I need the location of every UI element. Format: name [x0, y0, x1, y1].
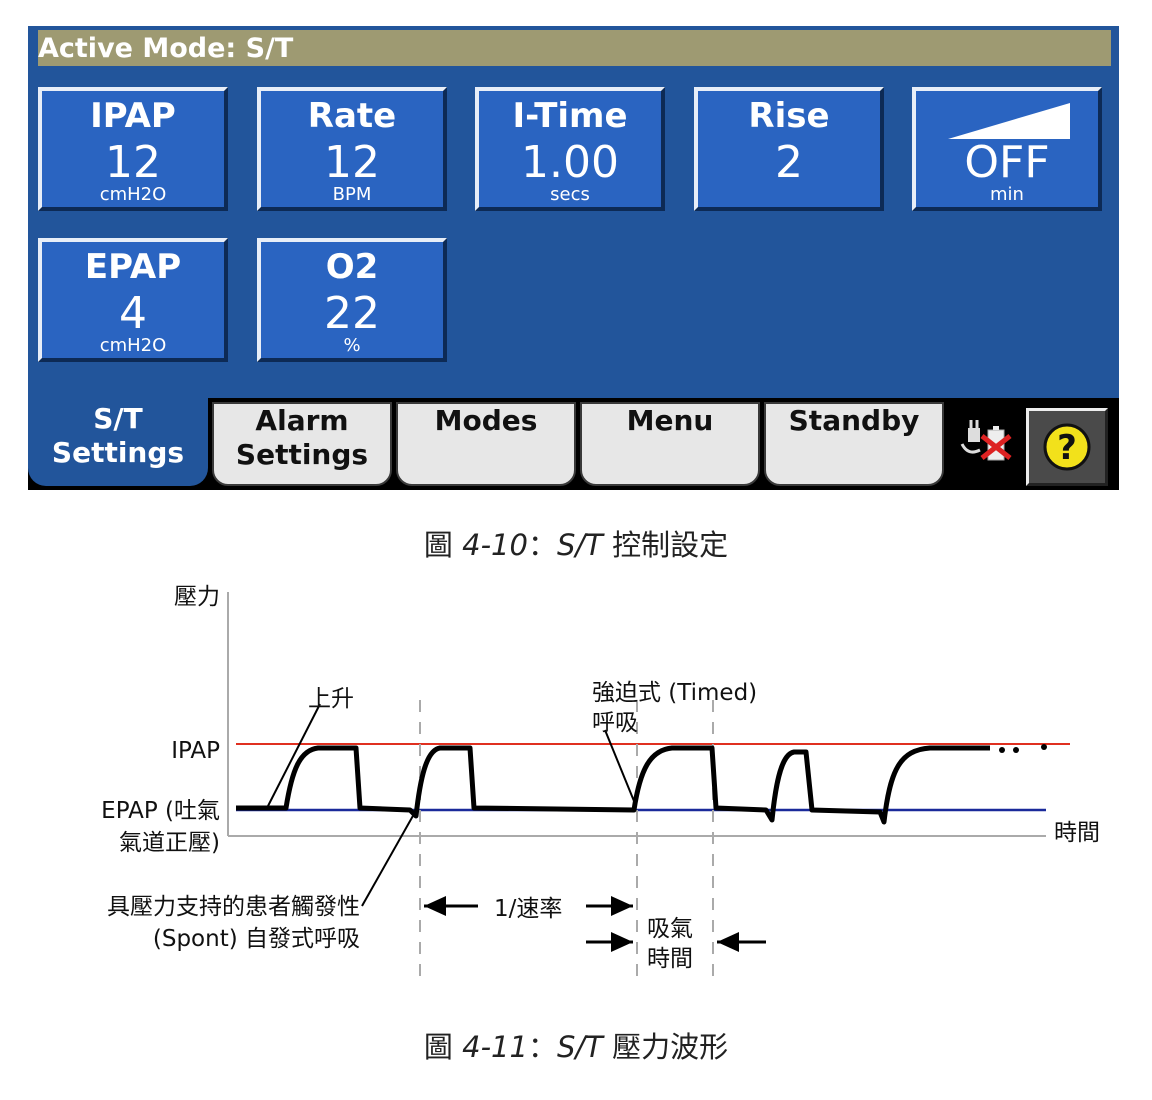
tile-label: IPAP: [90, 96, 176, 136]
tile-rise[interactable]: Rise 2: [694, 87, 884, 211]
active-mode-bar: Active Mode: S/T: [38, 30, 1111, 66]
itime-arrowhead-right: [717, 932, 739, 952]
tile-value: 1.00: [521, 137, 619, 188]
itime-arrowhead-left: [611, 932, 633, 952]
tab-label-line1: S/T: [93, 402, 143, 435]
caption-text: 壓力波形: [602, 1030, 729, 1064]
caption-number: 4-11: [462, 1030, 528, 1064]
spont-label-line2: (Spont) 自發式呼吸: [153, 926, 360, 952]
caption-sep: ：: [527, 1030, 557, 1064]
help-button[interactable]: ?: [1026, 408, 1108, 486]
tab-st-settings[interactable]: S/T Settings: [28, 398, 208, 486]
epap-label-line2: 氣道正壓): [119, 830, 220, 856]
tile-ramp[interactable]: OFF min: [912, 87, 1102, 211]
tile-ipap[interactable]: IPAP 12 cmH2O: [38, 87, 228, 211]
tab-standby[interactable]: Standby: [764, 402, 944, 486]
rate-arrowhead-left: [424, 896, 446, 916]
tile-unit: cmH2O: [99, 335, 167, 356]
spont-label-line1: 具壓力支持的患者觸發性: [107, 894, 360, 920]
rate-arrowhead-right: [611, 896, 633, 916]
timed-label-line1: 強迫式 (Timed): [592, 680, 757, 706]
tile-unit: BPM: [332, 184, 372, 205]
caption-prefix: 圖: [423, 528, 463, 562]
tile-label: O2: [325, 247, 379, 287]
tab-modes[interactable]: Modes: [396, 402, 576, 486]
tab-alarm-settings[interactable]: Alarm Settings: [212, 402, 392, 486]
tile-label: Rate: [307, 96, 397, 136]
tab-label-line1: Alarm: [255, 404, 349, 437]
tile-o2[interactable]: O2 22 %: [257, 238, 447, 362]
tile-label: EPAP: [84, 247, 182, 287]
caption-number: 4-10: [462, 528, 528, 562]
tile-value: 2: [775, 137, 803, 188]
tile-label: I-Time: [512, 96, 628, 136]
trace-dot: [1013, 747, 1019, 753]
tile-label: Rise: [748, 96, 830, 136]
tab-label-line2: Settings: [235, 438, 369, 471]
y-axis-label: 壓力: [174, 584, 220, 610]
caption-text: 控制設定: [602, 528, 729, 562]
tile-value: 22: [324, 288, 380, 339]
tile-value: 4: [119, 288, 147, 339]
tile-value: OFF: [964, 137, 1050, 188]
tile-rate[interactable]: Rate 12 BPM: [257, 87, 447, 211]
spont-pointer: [361, 813, 415, 907]
tab-label-line1: Menu: [626, 404, 714, 437]
ventilator-screen: Active Mode: S/T IPAP 12 cmH2O Rate 12 B…: [28, 26, 1119, 490]
trace-dot: [1041, 744, 1047, 750]
trace-dot: [999, 747, 1005, 753]
itime-label-line1: 吸氣: [647, 916, 693, 942]
tile-unit: %: [343, 335, 361, 356]
x-axis-label: 時間: [1054, 820, 1100, 846]
rise-pointer: [267, 703, 321, 807]
rate-label: 1/速率: [494, 896, 562, 922]
tile-unit: min: [990, 184, 1024, 205]
tile-value: 12: [105, 137, 161, 188]
itime-label-line2: 時間: [647, 946, 693, 972]
help-icon: ?: [1043, 423, 1091, 471]
tab-label-line1: Modes: [434, 404, 538, 437]
epap-label-line1: EPAP (吐氣: [101, 798, 220, 824]
timed-pointer: [604, 729, 637, 807]
caption-sep: ：: [527, 528, 557, 562]
ramp-icon: [948, 103, 1070, 139]
st-pressure-waveform: 壓力 時間 IPAP EPAP (吐氣 氣道正壓) 上升 強迫式 (Timed)…: [101, 584, 1100, 980]
caption-prefix: 圖: [423, 1030, 463, 1064]
ac-power-battery-icon: [960, 420, 1012, 461]
tab-label-line2: Settings: [51, 436, 185, 469]
tile-i-time[interactable]: I-Time 1.00 secs: [475, 87, 665, 211]
figure-caption-4-10: 圖 4-10：S/T 控制設定: [0, 522, 1152, 564]
tile-unit: cmH2O: [99, 184, 167, 205]
tab-label-line1: Standby: [788, 404, 920, 437]
help-symbol: ?: [1057, 428, 1077, 468]
tile-epap[interactable]: EPAP 4 cmH2O: [38, 238, 228, 362]
figure-caption-4-11: 圖 4-11：S/T 壓力波形: [0, 1024, 1152, 1066]
rise-label: 上升: [308, 686, 354, 712]
tile-unit: secs: [550, 184, 590, 205]
timed-label-line2: 呼吸: [592, 710, 638, 736]
caption-mode: S/T: [556, 1030, 603, 1064]
caption-mode: S/T: [556, 528, 603, 562]
ipap-label: IPAP: [171, 738, 220, 764]
tab-menu[interactable]: Menu: [580, 402, 760, 486]
tile-value: 12: [324, 137, 380, 188]
